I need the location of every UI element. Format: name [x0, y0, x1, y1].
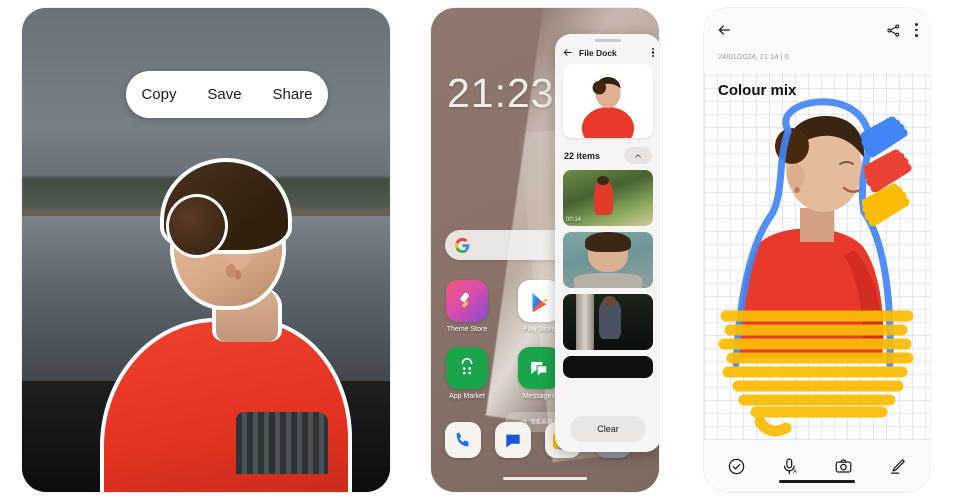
- scribble-yellow-small: [862, 183, 910, 226]
- share-icon[interactable]: [886, 23, 901, 38]
- save-button[interactable]: Save: [207, 86, 241, 103]
- home-indicator: [503, 477, 587, 480]
- chevron-up-icon[interactable]: [624, 147, 652, 164]
- file-dock-hero-card[interactable]: [563, 64, 653, 138]
- app-label: Theme Store: [446, 326, 488, 333]
- file-dock-thumbnail-list: 00:14: [555, 170, 659, 378]
- action-pill: Copy Save Share: [126, 71, 328, 118]
- hero-cutout-image: [581, 77, 635, 138]
- back-arrow-icon[interactable]: [562, 47, 573, 58]
- plaid-fabric: [236, 412, 328, 474]
- scribble-yellow-fill: [718, 310, 914, 437]
- notes-toolbar: A: [704, 440, 930, 492]
- checklist-icon[interactable]: [727, 457, 746, 476]
- phone-icon[interactable]: [445, 422, 481, 458]
- thumbnail-tree[interactable]: [563, 294, 653, 350]
- thumbnail-portrait[interactable]: [563, 232, 653, 288]
- file-dock-title: File Dock: [579, 47, 617, 58]
- note-meta: 24/01/2024, 21:14 | 0: [718, 52, 789, 61]
- file-dock-sheet: File Dock 22 items 00:14 Clear: [555, 34, 659, 452]
- app-label: App Market: [449, 393, 485, 400]
- play-store-icon: [518, 280, 560, 322]
- file-dock-header: File Dock: [555, 44, 659, 64]
- panel-home-screen: 21:23 Theme Store Play Store App Market …: [420, 0, 670, 500]
- items-count-label: 22 items: [564, 150, 601, 161]
- note-canvas[interactable]: Colour mix: [704, 72, 930, 440]
- home-indicator: [779, 480, 855, 483]
- panel-image-cutout: Copy Save Share: [0, 0, 420, 500]
- copy-button[interactable]: Copy: [141, 86, 176, 103]
- theme-store-icon: [446, 280, 488, 322]
- file-dock-items-row: 22 items: [555, 138, 659, 170]
- note-drawing: [704, 72, 930, 440]
- camera-icon[interactable]: [834, 457, 853, 476]
- google-g-icon: [455, 237, 470, 253]
- screenshot-root: Copy Save Share 21:23 Theme Store Play S…: [0, 0, 960, 500]
- share-button[interactable]: Share: [273, 86, 313, 103]
- notes-top-bar: [704, 8, 930, 52]
- app-market-icon: [446, 347, 488, 389]
- more-vertical-icon[interactable]: [915, 23, 918, 37]
- thumbnail-dark[interactable]: [563, 356, 653, 378]
- sheet-drag-handle[interactable]: [595, 39, 621, 42]
- app-theme-store[interactable]: Theme Store: [445, 280, 489, 333]
- home-clock: 21:23: [447, 70, 555, 116]
- hair-bun: [166, 194, 228, 258]
- svg-text:A: A: [793, 468, 798, 475]
- thumbnail-duration-badge: 00:14: [566, 217, 582, 223]
- panel-notes: 24/01/2024, 21:14 | 0 Colour mix A: [670, 0, 960, 500]
- more-vertical-icon[interactable]: [651, 47, 654, 58]
- voice-text-icon[interactable]: A: [781, 457, 800, 476]
- phone-frame-home: 21:23 Theme Store Play Store App Market …: [431, 8, 659, 492]
- earring: [226, 264, 236, 278]
- clear-button[interactable]: Clear: [570, 416, 646, 442]
- phone-frame-notes: 24/01/2024, 21:14 | 0 Colour mix A: [704, 8, 930, 492]
- pen-icon[interactable]: [888, 457, 907, 476]
- messages-icon[interactable]: [495, 422, 531, 458]
- back-arrow-icon[interactable]: [716, 22, 732, 38]
- messages-icon: [518, 347, 560, 389]
- thumbnail-video[interactable]: 00:14: [563, 170, 653, 226]
- phone-frame-cutout: Copy Save Share: [22, 8, 390, 492]
- file-dock-footer: Clear: [555, 406, 659, 452]
- app-app-market[interactable]: App Market: [445, 347, 489, 400]
